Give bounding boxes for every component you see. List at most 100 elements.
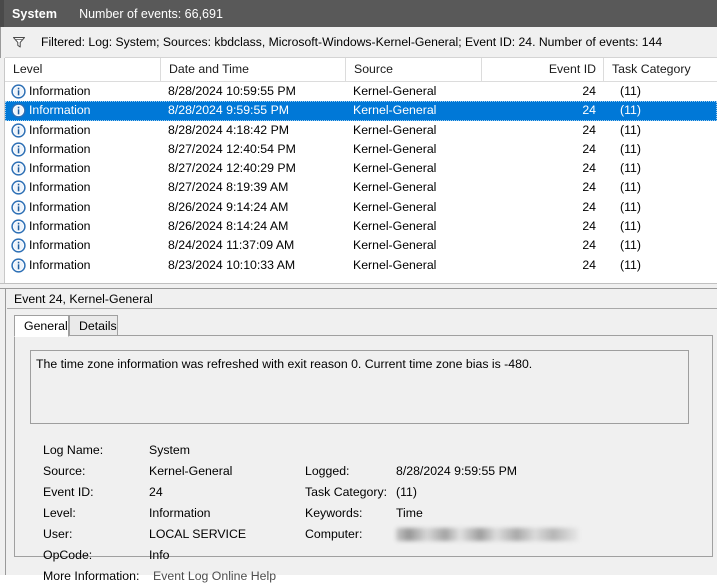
- log-name-label: Log Name:: [43, 443, 104, 457]
- cell-event-id: 24: [582, 180, 596, 195]
- column-header-task-category[interactable]: Task Category: [603, 58, 717, 81]
- field-row-opcode: OpCode: Info: [30, 545, 698, 566]
- table-row[interactable]: Information 8/27/2024 12:40:29 PM Kernel-G…: [5, 159, 717, 178]
- log-name-value: System: [149, 443, 190, 457]
- column-header-source[interactable]: Source: [345, 58, 481, 81]
- source-value: Kernel-General: [149, 464, 233, 478]
- cell-level: Information: [29, 219, 91, 234]
- detail-header-title: Event 24, Kernel-General: [7, 289, 717, 309]
- table-row[interactable]: Information 8/27/2024 8:19:39 AM Kernel-Ge…: [5, 178, 717, 197]
- cell-task-category: (11): [620, 84, 641, 98]
- field-row-log-name: Log Name: System: [30, 440, 698, 461]
- titlebar-grip: [0, 0, 4, 27]
- column-header-level[interactable]: Level: [5, 58, 160, 81]
- task-category-value: (11): [396, 485, 417, 499]
- table-row[interactable]: Information 8/26/2024 9:14:24 AM Kernel-Ge…: [5, 198, 717, 217]
- cell-level: Information: [29, 84, 91, 98]
- event-detail-pane: Event 24, Kernel-General General Details…: [0, 289, 717, 583]
- cell-event-id: 24: [582, 219, 596, 234]
- cell-date: 8/27/2024 12:40:54 PM: [168, 141, 296, 156]
- cell-task-category: (11): [620, 238, 641, 253]
- cell-task-category: (11): [620, 161, 641, 176]
- table-row[interactable]: Information 8/28/2024 4:18:42 PM Kernel-Ge…: [5, 121, 717, 140]
- cell-event-id: 24: [582, 257, 596, 272]
- cell-source: Kernel-General: [353, 180, 437, 195]
- log-titlebar: System Number of events: 66,691: [0, 0, 717, 27]
- column-header-level-label: Level: [13, 62, 43, 76]
- event-field-grid: Log Name: System Source: Kernel-General …: [30, 440, 698, 583]
- cell-event-id: 24: [582, 122, 596, 137]
- field-row-source-logged: Source: Kernel-General Logged: 8/28/2024…: [30, 461, 698, 482]
- column-header-date[interactable]: Date and Time: [160, 58, 345, 81]
- cell-task-category: (11): [620, 180, 641, 195]
- detail-pane-left-edge: [0, 289, 6, 575]
- cell-source: Kernel-General: [353, 84, 437, 98]
- event-list[interactable]: Level Date and Time Source Event ID Task…: [0, 58, 717, 283]
- cell-event-id: 24: [582, 238, 596, 253]
- opcode-value: Info: [149, 548, 170, 562]
- table-row[interactable]: Information 8/23/2024 10:10:33 AM Kernel-G…: [5, 256, 717, 275]
- table-row[interactable]: Information 8/26/2024 8:14:24 AM Kernel-Ge…: [5, 217, 717, 236]
- logged-label: Logged:: [305, 464, 350, 478]
- cell-date: 8/27/2024 8:19:39 AM: [168, 180, 289, 195]
- more-information-label: More Information:: [43, 569, 140, 583]
- cell-task-category: (11): [620, 141, 641, 156]
- cell-source: Kernel-General: [353, 199, 437, 214]
- cell-task-category: (11): [620, 257, 641, 272]
- opcode-label: OpCode:: [43, 548, 93, 562]
- column-header-date-label: Date and Time: [169, 62, 249, 76]
- table-row[interactable]: Information 8/24/2024 11:37:09 AM Kernel-G…: [5, 236, 717, 255]
- cell-event-id: 24: [582, 199, 596, 214]
- table-row[interactable]: Information 8/27/2024 12:40:54 PM Kernel-G…: [5, 140, 717, 159]
- funnel-icon: [10, 33, 28, 51]
- cell-source: Kernel-General: [353, 238, 437, 253]
- cell-source: Kernel-General: [353, 219, 437, 234]
- cell-level: Information: [29, 122, 91, 137]
- field-row-user-computer: User: LOCAL SERVICE Computer:: [30, 524, 698, 545]
- cell-source: Kernel-General: [353, 103, 437, 118]
- column-header-source-label: Source: [354, 62, 393, 76]
- cell-source: Kernel-General: [353, 122, 437, 137]
- cell-date: 8/28/2024 4:18:42 PM: [168, 122, 290, 137]
- cell-level: Information: [29, 238, 91, 253]
- cell-task-category: (11): [620, 219, 641, 234]
- table-row[interactable]: Information 8/28/2024 9:59:55 PM Kernel-Ge…: [5, 101, 717, 121]
- column-header-task-category-label: Task Category: [612, 62, 691, 76]
- filter-bar[interactable]: Filtered: Log: System; Sources: kbdclass…: [0, 26, 717, 58]
- tab-details[interactable]: Details: [69, 315, 118, 336]
- cell-source: Kernel-General: [353, 257, 437, 272]
- detail-tabstrip[interactable]: General Details: [14, 315, 717, 337]
- field-row-level-keywords: Level: Information Keywords: Time: [30, 503, 698, 524]
- filter-description: Filtered: Log: System; Sources: kbdclass…: [41, 35, 663, 49]
- event-list-body[interactable]: Information 8/28/2024 10:59:55 PM Kernel-G…: [5, 82, 717, 283]
- cell-level: Information: [29, 180, 91, 195]
- task-category-label: Task Category:: [305, 485, 388, 499]
- level-label: Level:: [43, 506, 76, 520]
- total-event-count: Number of events: 66,691: [79, 6, 223, 21]
- cell-event-id: 24: [582, 84, 596, 98]
- cell-date: 8/23/2024 10:10:33 AM: [168, 257, 296, 272]
- cell-event-id: 24: [582, 103, 596, 118]
- cell-date: 8/26/2024 9:14:24 AM: [168, 199, 289, 214]
- user-value: LOCAL SERVICE: [149, 527, 247, 541]
- event-log-online-help-link[interactable]: Event Log Online Help: [153, 566, 276, 587]
- column-header-event-id[interactable]: Event ID: [481, 58, 603, 81]
- cell-date: 8/27/2024 12:40:29 PM: [168, 161, 296, 176]
- event-id-value: 24: [149, 485, 163, 499]
- event-message-box[interactable]: The time zone information was refreshed …: [30, 350, 689, 424]
- cell-task-category: (11): [620, 122, 641, 137]
- computer-name-redaction-blur: [396, 528, 579, 541]
- list-header-row[interactable]: Level Date and Time Source Event ID Task…: [5, 58, 717, 82]
- cell-source: Kernel-General: [353, 141, 437, 156]
- cell-source: Kernel-General: [353, 161, 437, 176]
- cell-date: 8/24/2024 11:37:09 AM: [168, 238, 295, 253]
- source-label: Source:: [43, 464, 86, 478]
- event-id-label: Event ID:: [43, 485, 94, 499]
- tab-general[interactable]: General: [14, 315, 69, 337]
- field-row-event-id-task-category: Event ID: 24 Task Category: (11): [30, 482, 698, 503]
- cell-event-id: 24: [582, 141, 596, 156]
- keywords-value: Time: [396, 506, 423, 520]
- table-row[interactable]: Information 8/28/2024 10:59:55 PM Kernel-G…: [5, 82, 717, 101]
- field-row-more-information: More Information: Event Log Online Help: [30, 566, 698, 587]
- cell-date: 8/28/2024 9:59:55 PM: [168, 103, 290, 118]
